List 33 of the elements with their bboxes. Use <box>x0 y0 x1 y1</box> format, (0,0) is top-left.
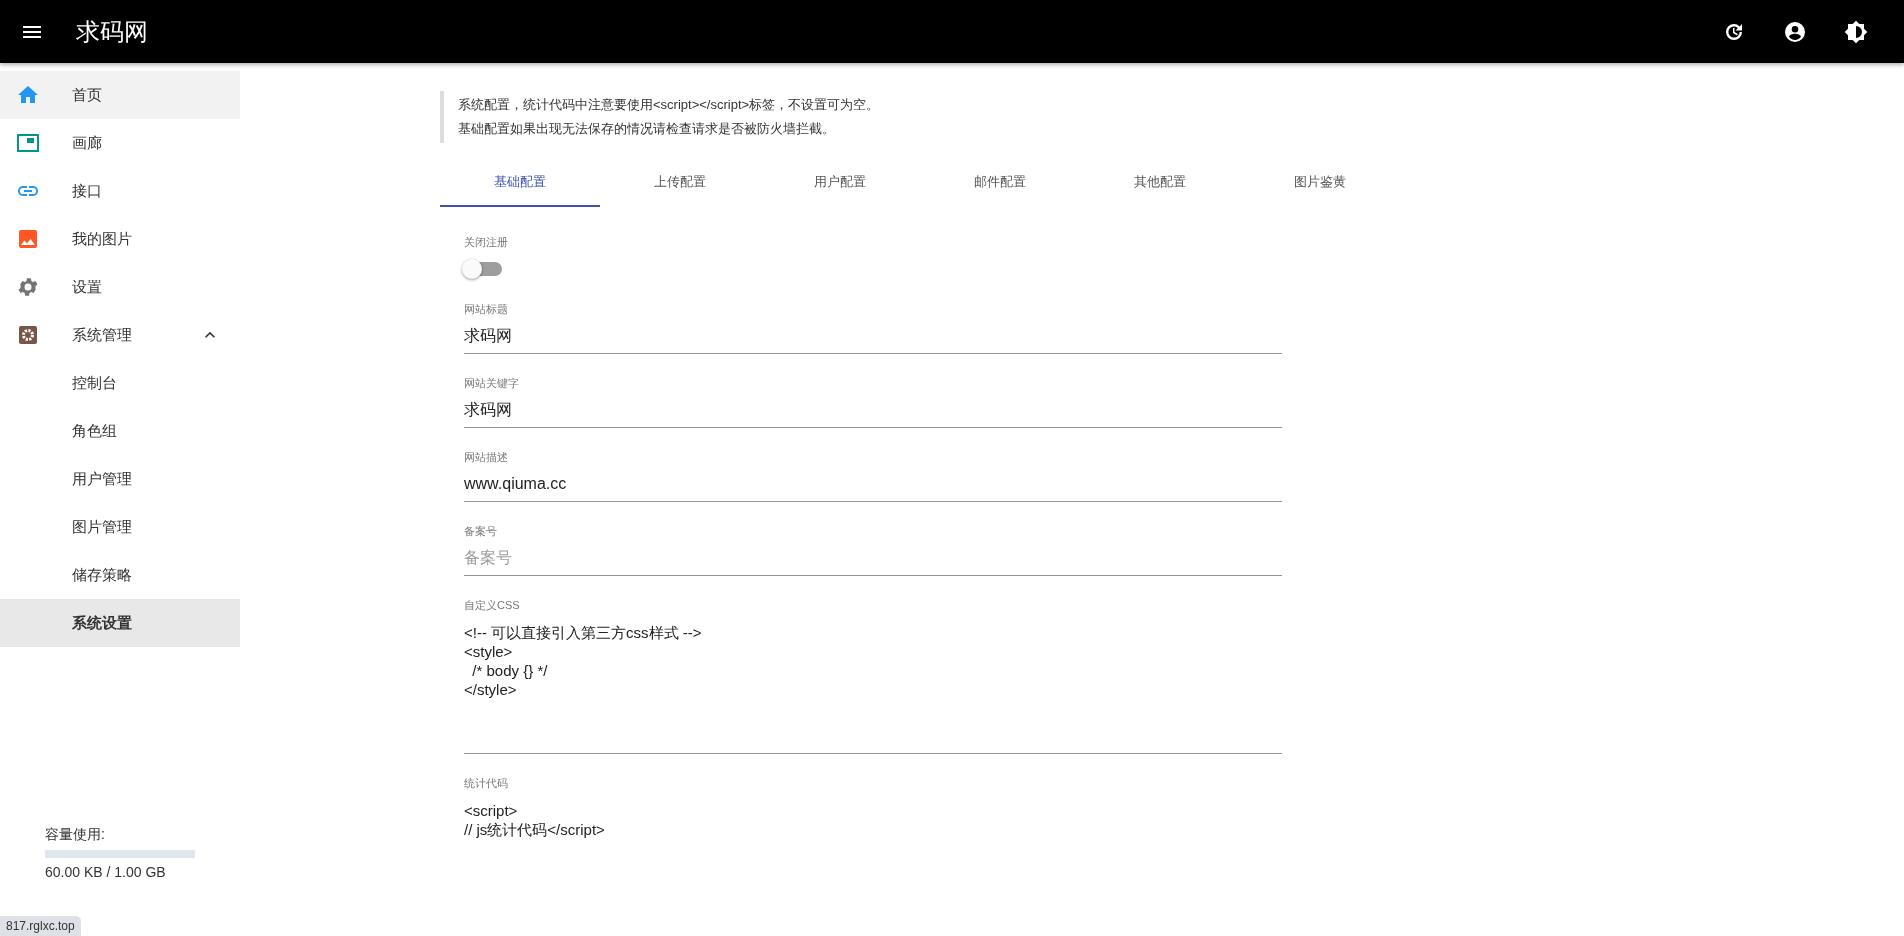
sidebar-subitem[interactable]: 用户管理 <box>0 455 240 503</box>
tab[interactable]: 上传配置 <box>600 159 760 207</box>
sidebar-subitem[interactable]: 角色组 <box>0 407 240 455</box>
tab[interactable]: 其他配置 <box>1080 159 1240 207</box>
field-label: 备案号 <box>464 524 498 539</box>
field-label: 关闭注册 <box>464 235 509 250</box>
field-label: 统计代码 <box>464 776 509 791</box>
sidebar-item[interactable]: 首页 <box>0 71 240 119</box>
sidebar-subitem[interactable]: 图片管理 <box>0 503 240 551</box>
sidebar-subitem[interactable]: 储存策略 <box>0 551 240 599</box>
sidebar-item[interactable]: 画廊 <box>0 119 240 167</box>
sidebar-item[interactable]: 接口 <box>0 167 240 215</box>
tab[interactable]: 图片鉴黄 <box>1240 159 1400 207</box>
app-title: 求码网 <box>76 16 148 47</box>
tab[interactable]: 邮件配置 <box>920 159 1080 207</box>
status-url: 817.rglxc.top <box>0 916 81 936</box>
storage-label: 容量使用: <box>45 826 106 844</box>
storage-reading: 60.00 KB / 1.00 GB <box>45 864 167 880</box>
sidebar-item[interactable]: 我的图片 <box>0 215 240 263</box>
tab[interactable]: 基础配置 <box>440 159 600 207</box>
sidebar-item[interactable]: 设置 <box>0 263 240 311</box>
brightness-icon[interactable] <box>1844 19 1868 44</box>
sidebar-item[interactable]: 系统管理 <box>0 311 240 359</box>
field-label: 网站描述 <box>464 450 509 465</box>
account-icon[interactable] <box>1783 19 1807 44</box>
notice-text: 基础配置如果出现无法保存的情况请检查请求是否被防火墙拦截。 <box>458 120 836 138</box>
field-label: 网站关键字 <box>464 376 520 391</box>
field-label: 自定义CSS <box>464 598 521 613</box>
field-label: 网站标题 <box>464 302 509 317</box>
sidebar-subitem[interactable]: 系统设置 <box>0 599 240 647</box>
tab[interactable]: 用户配置 <box>760 159 920 207</box>
sidebar-subitem[interactable]: 控制台 <box>0 359 240 407</box>
notice-text: 系统配置，统计代码中注意要使用<script></script>标签，不设置可为空。 <box>458 96 881 114</box>
